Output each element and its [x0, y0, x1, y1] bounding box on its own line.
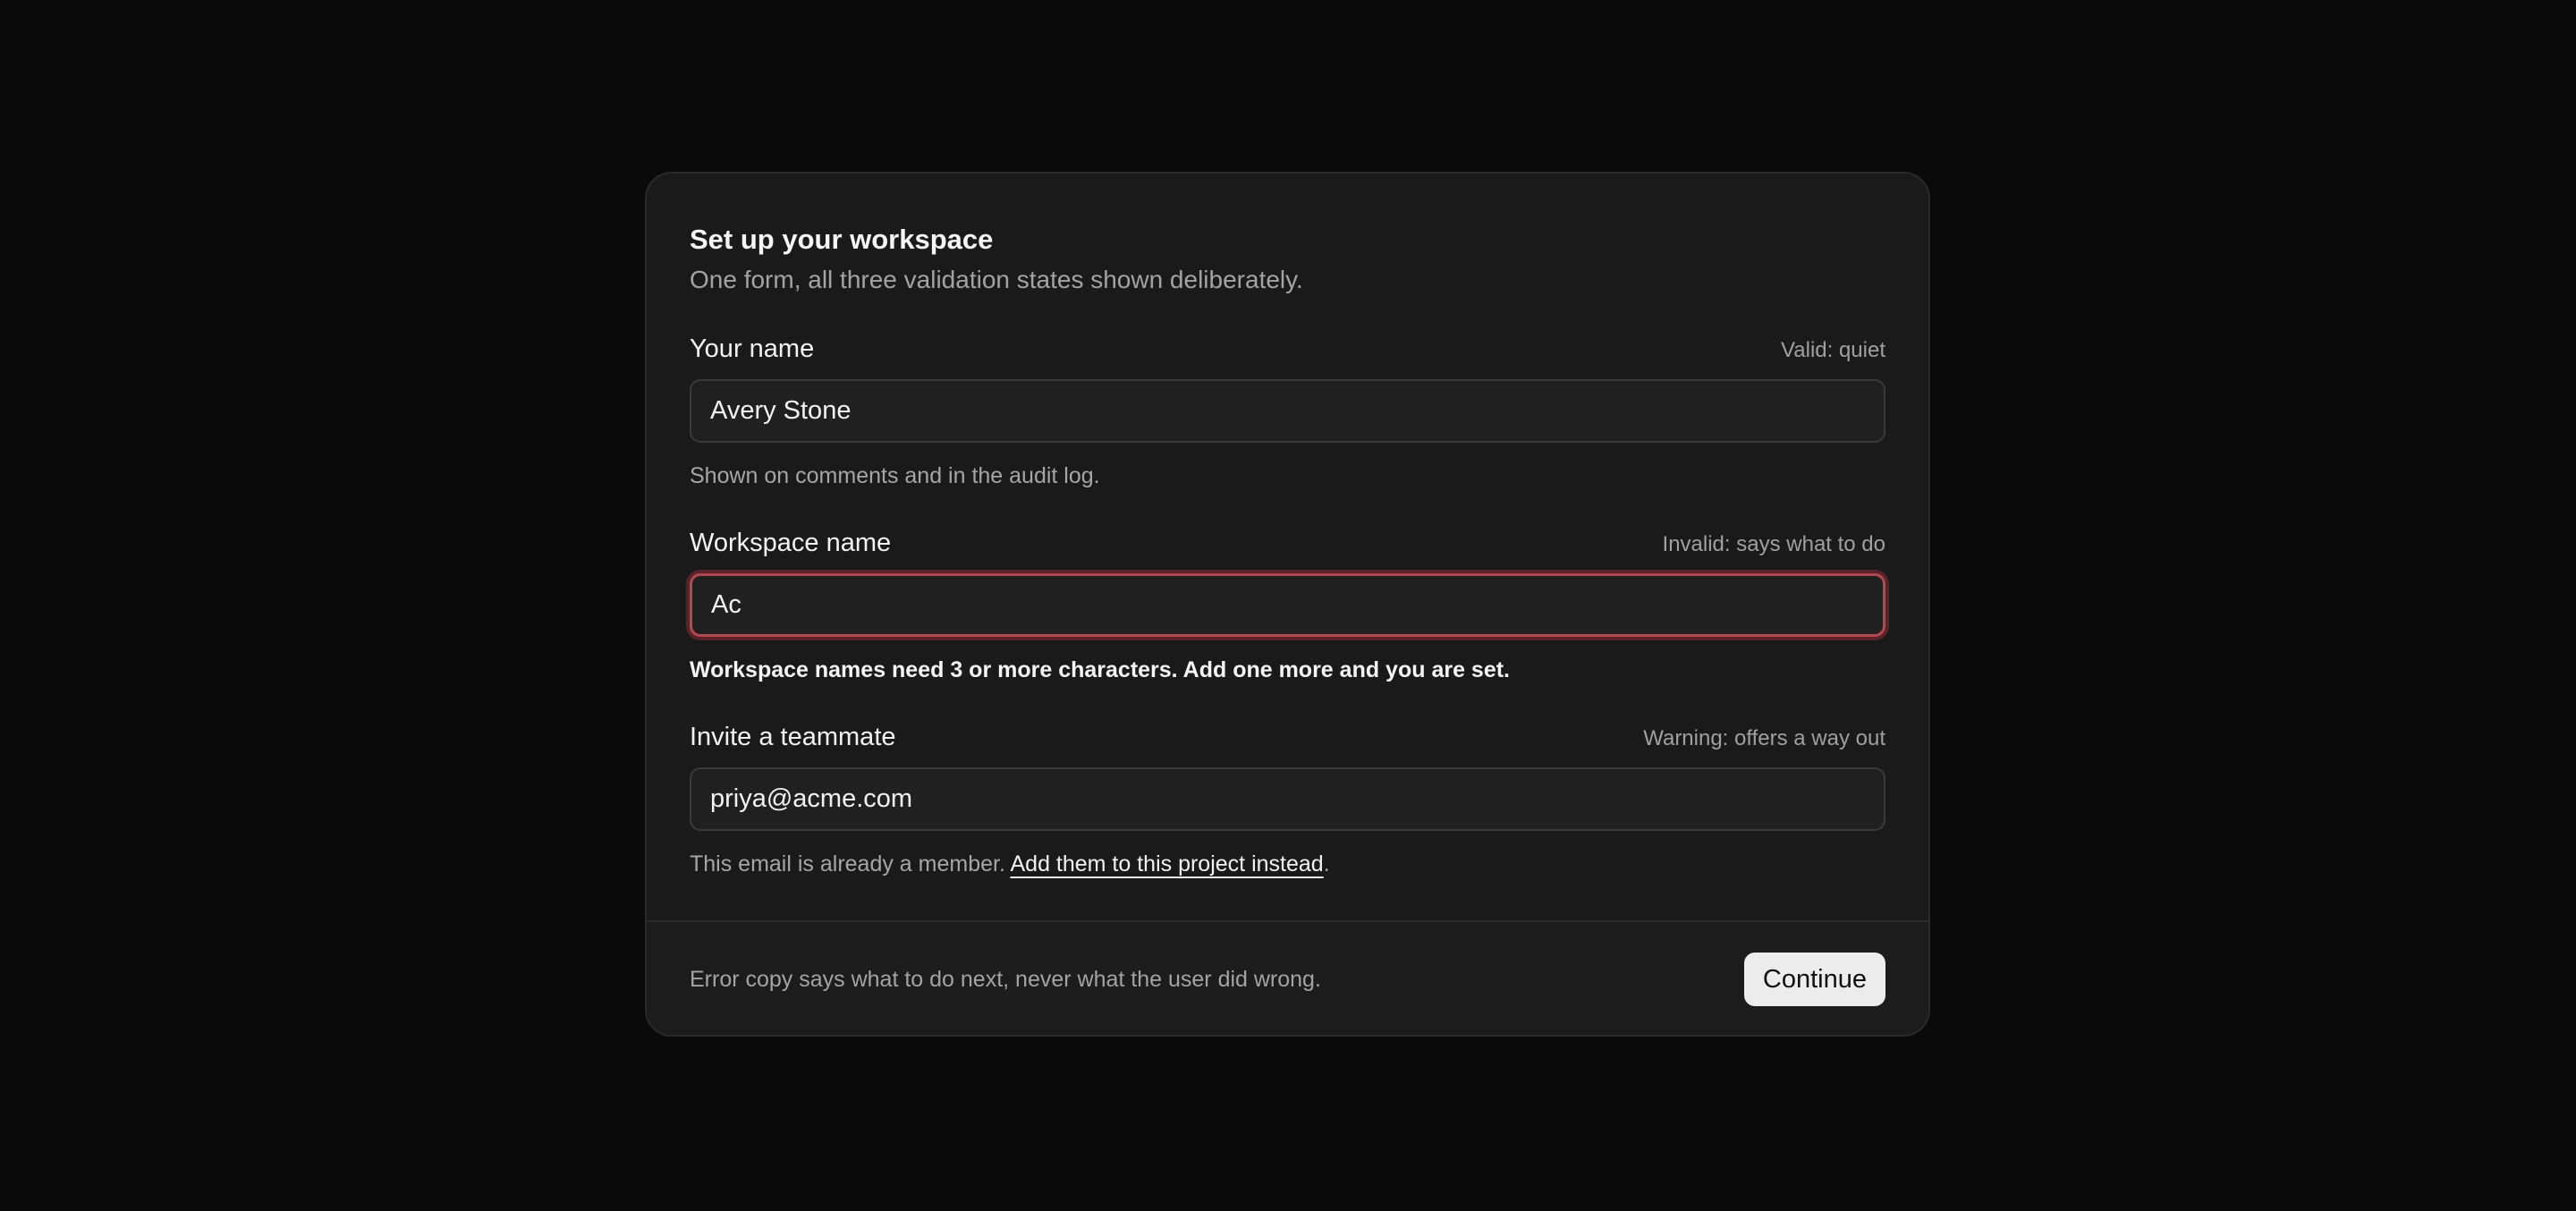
invite-teammate-state-caption: Warning: offers a way out [1643, 726, 1885, 750]
form-body: Set up your workspace One form, all thre… [647, 174, 1928, 922]
workspace-name-input[interactable] [690, 573, 1885, 637]
field-workspace-name: Workspace name Invalid: says what to do … [690, 529, 1885, 685]
field-header: Your name Valid: quiet [690, 335, 1885, 370]
your-name-input[interactable] [690, 379, 1885, 443]
field-header: Workspace name Invalid: says what to do [690, 529, 1885, 564]
warning-suffix: . [1323, 851, 1330, 876]
form-subtitle: One form, all three validation states sh… [690, 266, 1303, 293]
workspace-name-error-message: Workspace names need 3 or more character… [690, 657, 1511, 682]
setup-card: Set up your workspace One form, all thre… [645, 172, 1930, 1037]
field-header: Invite a teammate Warning: offers a way … [690, 723, 1885, 758]
footer-note: Error copy says what to do next, never w… [690, 966, 1321, 992]
form-title: Set up your workspace [690, 224, 994, 255]
field-invite-teammate: Invite a teammate Warning: offers a way … [690, 723, 1885, 879]
continue-button[interactable]: Continue [1743, 953, 1885, 1006]
your-name-help-text: Shown on comments and in the audit log. [690, 463, 1100, 488]
your-name-label: Your name [690, 335, 815, 363]
your-name-state-caption: Valid: quiet [1781, 338, 1885, 362]
form-footer: Error copy says what to do next, never w… [647, 922, 1928, 1035]
workspace-name-label: Workspace name [690, 529, 892, 557]
invite-teammate-label: Invite a teammate [690, 723, 896, 751]
invite-teammate-email-input[interactable] [690, 767, 1885, 831]
workspace-name-state-caption: Invalid: says what to do [1662, 532, 1885, 556]
add-to-project-link[interactable]: Add them to this project instead [1010, 851, 1323, 876]
field-your-name: Your name Valid: quiet Shown on comments… [690, 335, 1885, 491]
warning-text: This email is already a member. [690, 851, 1011, 876]
invite-teammate-warning-message: This email is already a member. Add them… [690, 849, 1885, 879]
